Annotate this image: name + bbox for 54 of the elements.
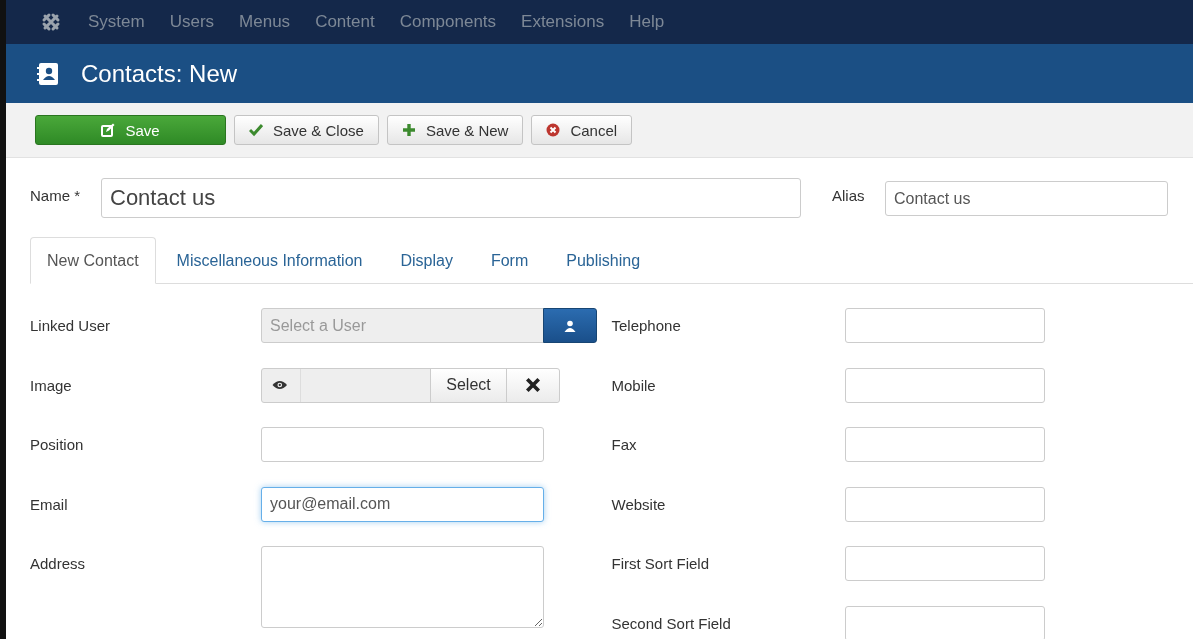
close-icon xyxy=(525,377,542,393)
field-label: Telephone xyxy=(611,316,682,336)
text-field[interactable] xyxy=(844,427,1045,462)
alias-field[interactable]: Contact us xyxy=(885,181,1168,216)
menu-item[interactable]: Help xyxy=(629,12,665,32)
logo-icon[interactable] xyxy=(41,12,61,32)
menu-item[interactable]: Content xyxy=(315,12,375,32)
preview-eye-icon[interactable] xyxy=(272,380,288,390)
save-close-button[interactable]: Save & Close xyxy=(234,115,379,145)
text-field[interactable] xyxy=(844,546,1045,581)
menu-item[interactable]: Menus xyxy=(239,12,291,32)
tab[interactable]: Display xyxy=(383,237,470,284)
field-label: Address xyxy=(30,554,87,574)
edit-icon xyxy=(101,123,116,137)
tab[interactable]: New Contact xyxy=(30,237,156,284)
field-label: Second Sort Field xyxy=(611,613,732,634)
field-label: Website xyxy=(611,494,667,515)
cancel-button[interactable]: Cancel xyxy=(531,115,633,145)
select-user-button[interactable] xyxy=(543,308,597,343)
field-label: Image xyxy=(30,375,73,396)
field-label: Fax xyxy=(611,435,638,455)
cancel-icon xyxy=(546,123,561,137)
select-button[interactable]: Select xyxy=(429,368,507,402)
user-icon xyxy=(564,319,576,332)
name-field[interactable]: Contact us xyxy=(101,178,801,218)
field-label: Name * xyxy=(30,186,82,204)
save-new-button[interactable]: Save & New xyxy=(386,115,524,145)
text-field[interactable] xyxy=(261,427,544,462)
text-field[interactable] xyxy=(844,486,1045,522)
user-select-field[interactable]: Select a User xyxy=(261,308,544,343)
text-field[interactable] xyxy=(844,605,1045,639)
field-label: Position xyxy=(30,435,85,455)
tab[interactable]: Form xyxy=(473,237,546,284)
menu-item[interactable]: Components xyxy=(399,12,497,32)
tab[interactable]: Publishing xyxy=(549,237,658,284)
menu-item[interactable]: Users xyxy=(169,12,215,32)
menu-item[interactable]: System xyxy=(88,12,145,32)
tab[interactable]: Miscellaneous Information xyxy=(159,237,380,284)
address-textarea[interactable] xyxy=(261,546,544,628)
page-title: Contacts: New xyxy=(81,59,238,88)
field-label: Alias xyxy=(832,186,866,204)
menu-item[interactable]: Extensions xyxy=(521,12,605,32)
address-book-icon xyxy=(37,61,59,86)
field-label: Email xyxy=(30,494,69,515)
text-field[interactable] xyxy=(844,308,1045,343)
field-label: Mobile xyxy=(611,375,657,396)
text-field[interactable]: your@email.com xyxy=(261,486,544,522)
plus-icon xyxy=(401,123,416,137)
field-label: First Sort Field xyxy=(611,554,710,574)
field-label: Linked User xyxy=(30,316,112,336)
save-button[interactable]: Save xyxy=(35,115,226,145)
clear-button[interactable] xyxy=(506,368,559,402)
check-icon xyxy=(249,123,263,137)
text-field[interactable] xyxy=(844,367,1045,403)
